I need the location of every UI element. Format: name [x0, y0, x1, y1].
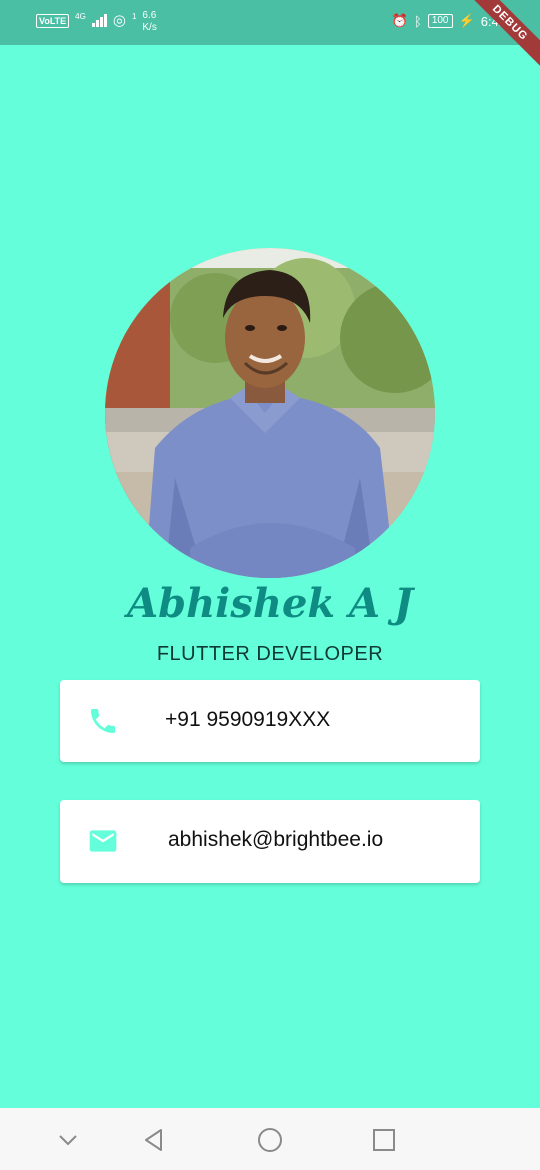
avatar-photo [105, 248, 435, 578]
alarm-icon: ⏰ [391, 13, 408, 28]
network-speed: 6.6 K/s [142, 10, 156, 34]
profile-name: Abhishek A J [127, 580, 413, 627]
avatar [105, 248, 435, 578]
phone-number: +91 9590919XXX [165, 708, 331, 731]
bluetooth-icon: ᛒ [414, 13, 422, 29]
debug-banner: DEBUG [461, 0, 540, 72]
charging-icon: ⚡ [458, 13, 475, 28]
phone-icon [91, 709, 115, 733]
hotspot-count: 1 [131, 12, 137, 21]
chevron-down-icon[interactable] [54, 1126, 82, 1154]
battery-icon: 100 [427, 14, 453, 28]
profile-title: FLUTTER DEVELOPER [156, 643, 384, 665]
recents-icon[interactable] [370, 1126, 398, 1154]
phone-card[interactable]: +91 9590919XXX [60, 680, 480, 762]
navigation-bar [0, 1108, 540, 1170]
hotspot-icon: ◎ [112, 12, 126, 29]
back-icon[interactable] [140, 1126, 168, 1154]
home-icon[interactable] [256, 1126, 284, 1154]
network-type: 4G [75, 12, 86, 21]
status-left: VoLTE 4G ◎ 1 6.6 K/s [36, 10, 157, 34]
speed-value: 6.6 [142, 10, 157, 21]
email-card[interactable]: abhishek@brightbee.io [60, 800, 480, 883]
status-bar: VoLTE 4G ◎ 1 6.6 K/s ⏰ ᛒ 100 ⚡ 6:42 DEBU… [0, 0, 540, 72]
mail-icon [89, 830, 117, 852]
signal-icon [91, 13, 107, 27]
email-address: abhishek@brightbee.io [168, 828, 384, 851]
volte-badge: VoLTE [36, 14, 70, 28]
speed-unit: K/s [142, 22, 157, 33]
